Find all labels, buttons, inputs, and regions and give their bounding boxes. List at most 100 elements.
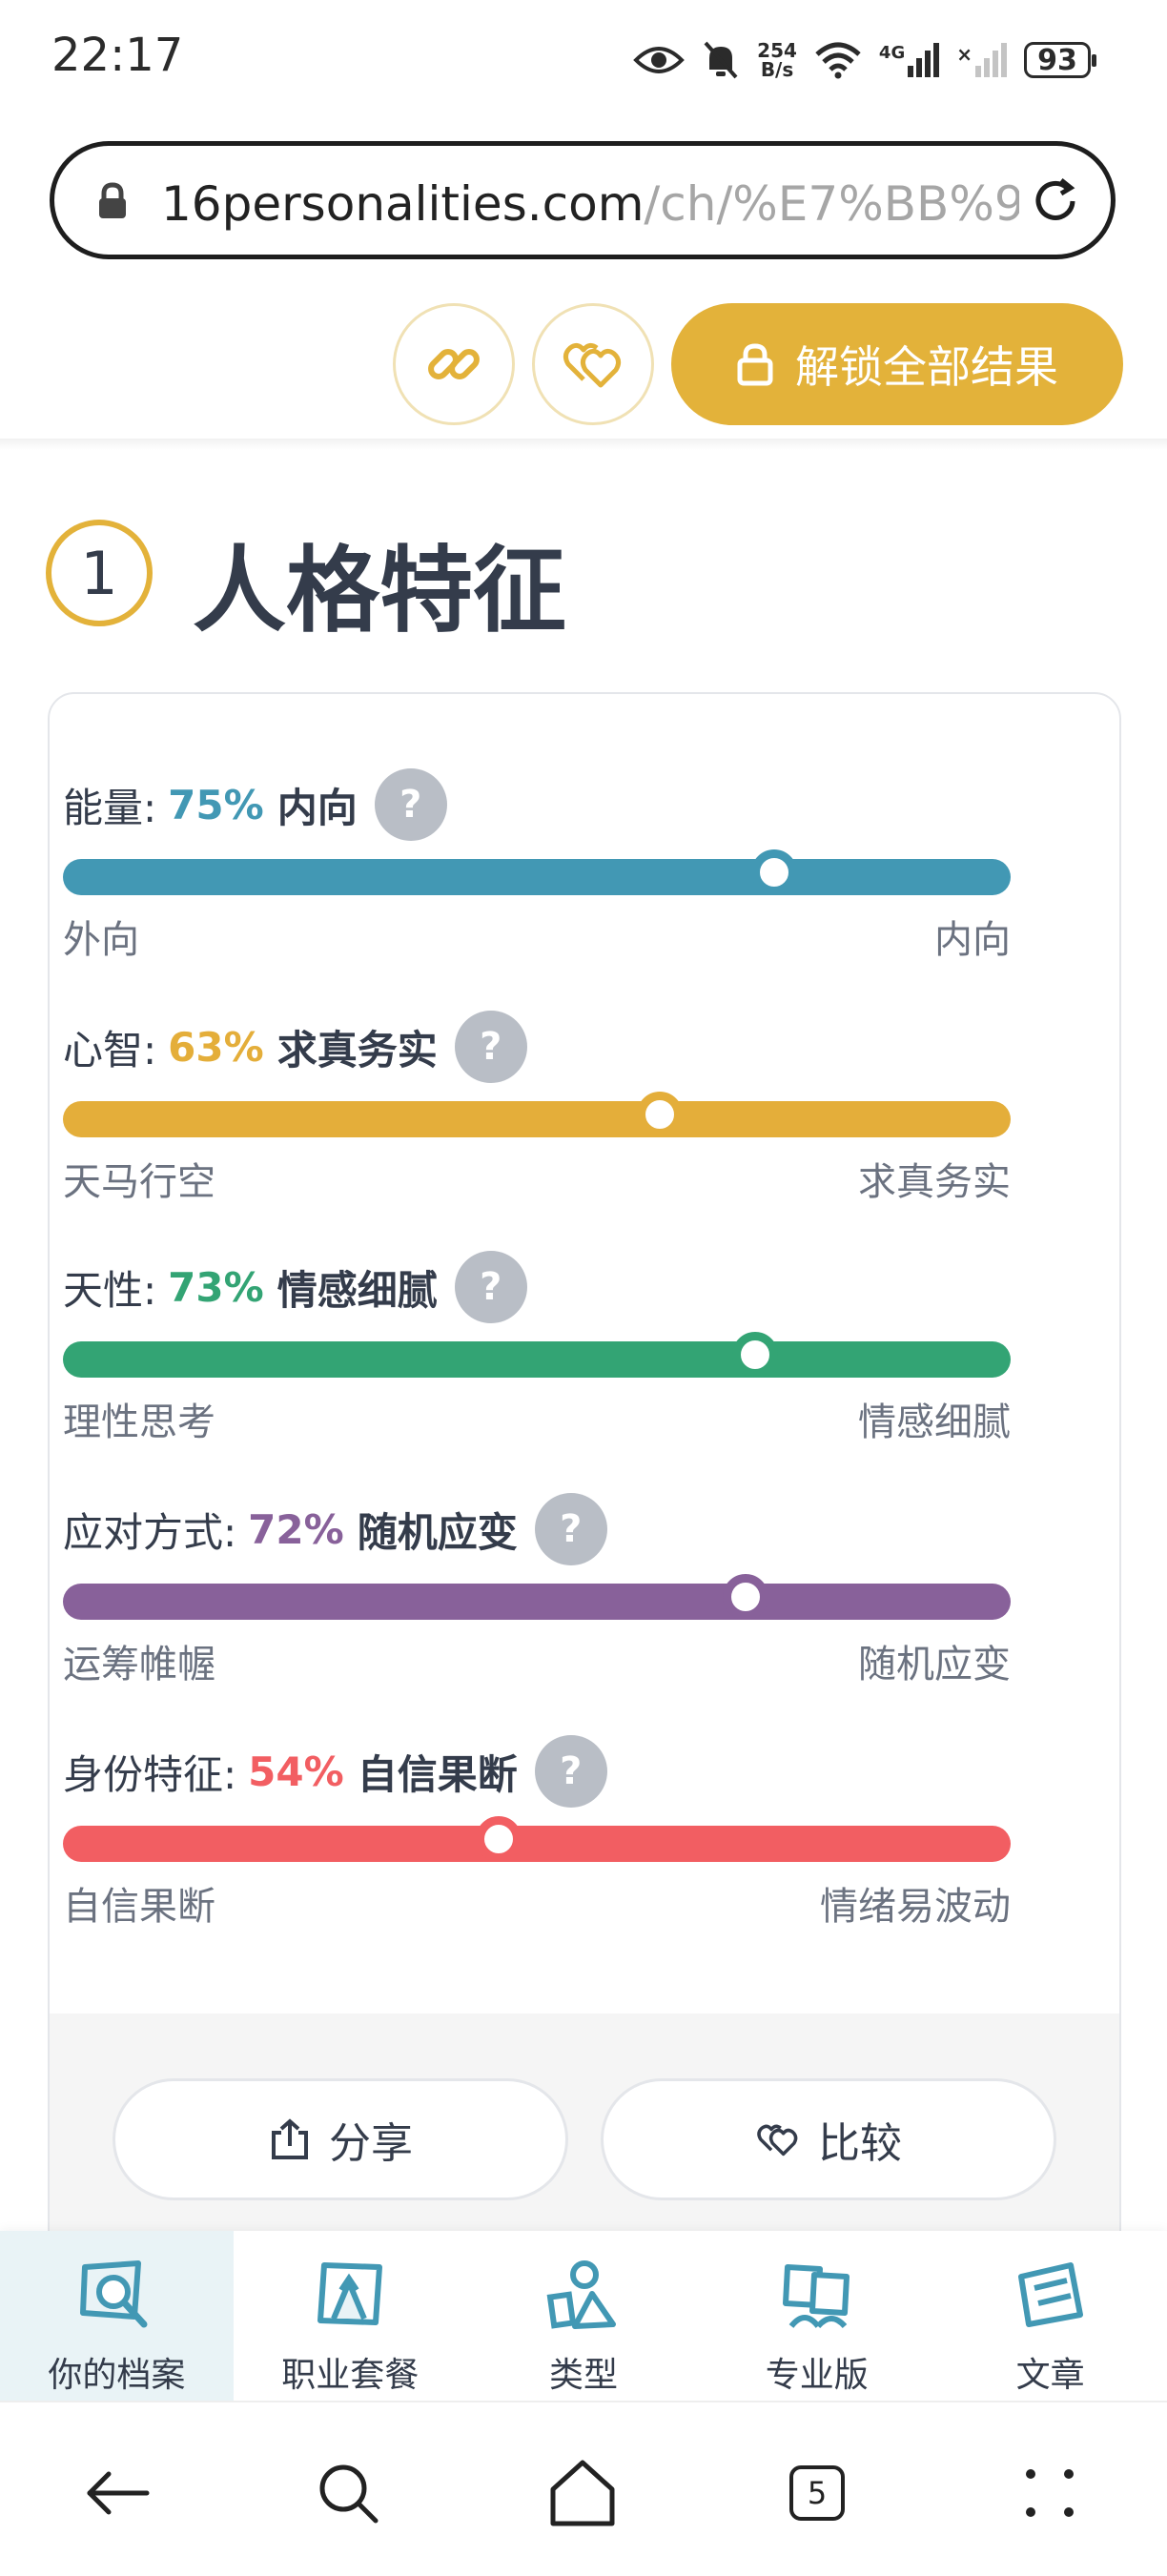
trait-right-pole: 求真务实 bbox=[858, 1160, 1011, 1204]
trait-name: 心智: bbox=[63, 1026, 157, 1073]
trait-name: 身份特征: bbox=[63, 1750, 237, 1798]
eye-icon bbox=[633, 47, 686, 73]
signal-4g-icon: 4G bbox=[879, 43, 940, 77]
trait-result: 求真务实 bbox=[276, 1026, 438, 1073]
more-menu-button[interactable] bbox=[1007, 2450, 1093, 2536]
trait-right-pole: 随机应变 bbox=[858, 1643, 1011, 1687]
trait-name: 天性: bbox=[63, 1266, 157, 1314]
trait-result: 情感细腻 bbox=[276, 1266, 438, 1314]
search-icon bbox=[319, 2464, 379, 2524]
trait-slider-track bbox=[63, 1816, 1011, 1862]
share-label: 分享 bbox=[329, 2119, 413, 2168]
url-host: 16personalities.com bbox=[161, 176, 645, 232]
nav-label-professional: 专业版 bbox=[765, 2356, 869, 2395]
trait-heading: 天性: 73% 情感细腻? bbox=[63, 1251, 527, 1323]
trait-percent: 54% bbox=[248, 1748, 344, 1795]
compare-hearts-icon bbox=[757, 2124, 798, 2157]
share-icon bbox=[272, 2118, 308, 2159]
trait-left-pole: 天马行空 bbox=[63, 1160, 215, 1204]
nav-label-articles: 文章 bbox=[1015, 2356, 1085, 2395]
wifi-icon bbox=[815, 42, 861, 79]
section-title: 人格特征 bbox=[193, 537, 567, 645]
career-icon bbox=[317, 2262, 383, 2325]
trait-right-pole: 情绪易波动 bbox=[820, 1885, 1011, 1929]
link-icon bbox=[428, 349, 480, 379]
help-icon[interactable]: ? bbox=[374, 768, 447, 841]
mute-bell-icon bbox=[704, 41, 738, 79]
hearts-icon bbox=[563, 342, 622, 388]
header-divider bbox=[0, 439, 1167, 450]
trait-name: 能量: bbox=[63, 784, 157, 831]
url-path: /ch/%E7%BB%9 bbox=[644, 176, 1019, 232]
compare-label: 比较 bbox=[818, 2119, 902, 2168]
trait-slider-knob bbox=[722, 1574, 768, 1620]
types-icon bbox=[546, 2260, 616, 2329]
help-icon[interactable]: ? bbox=[534, 1735, 607, 1808]
trait-percent: 63% bbox=[168, 1023, 264, 1071]
compare-hearts-button[interactable] bbox=[532, 303, 654, 425]
nav-item-professional[interactable]: 专业版 bbox=[700, 2231, 933, 2401]
nav-item-articles[interactable]: 文章 bbox=[933, 2231, 1167, 2401]
signal-weak-icon: × bbox=[956, 43, 1007, 77]
trait-heading: 能量: 75% 内向? bbox=[63, 768, 447, 841]
nav-label-career: 职业套餐 bbox=[281, 2356, 420, 2395]
compare-button[interactable]: 比较 bbox=[601, 2078, 1056, 2200]
home-icon bbox=[550, 2460, 615, 2526]
nav-item-types[interactable]: 类型 bbox=[467, 2231, 701, 2401]
bottom-nav: 你的档案 职业套餐 类型 专业版 文章 bbox=[0, 2231, 1167, 2401]
back-button[interactable] bbox=[74, 2450, 160, 2536]
trait-left-pole: 运筹帷幄 bbox=[63, 1643, 215, 1687]
trait-slider-knob bbox=[750, 849, 797, 895]
trait-right-pole: 情感细腻 bbox=[858, 1400, 1011, 1444]
network-speed: 254 B/s bbox=[757, 39, 797, 81]
status-bar: 22:17 254 B/s 4G × 93 bbox=[0, 0, 1167, 124]
trait-slider-knob bbox=[637, 1092, 684, 1137]
reload-icon[interactable] bbox=[1029, 174, 1082, 228]
trait-result: 自信果断 bbox=[357, 1750, 518, 1798]
url-text[interactable]: 16personalities.com/ch/%E7%BB%9 bbox=[161, 176, 1019, 232]
trait-result: 随机应变 bbox=[357, 1508, 518, 1556]
help-icon[interactable]: ? bbox=[534, 1493, 607, 1565]
trait-percent: 73% bbox=[168, 1263, 264, 1311]
address-bar[interactable]: 16personalities.com/ch/%E7%BB%9 bbox=[50, 141, 1116, 259]
trait-result: 内向 bbox=[276, 784, 358, 831]
search-button[interactable] bbox=[305, 2450, 391, 2536]
status-time: 22:17 bbox=[51, 29, 184, 82]
trait-name: 应对方式: bbox=[63, 1508, 237, 1556]
help-icon[interactable]: ? bbox=[454, 1011, 527, 1083]
share-button[interactable]: 分享 bbox=[113, 2078, 568, 2200]
trait-left-pole: 自信果断 bbox=[63, 1885, 215, 1929]
section-number-badge: 1 bbox=[46, 520, 153, 626]
back-arrow-icon bbox=[87, 2471, 150, 2515]
trait-heading: 心智: 63% 求真务实? bbox=[63, 1011, 527, 1083]
trait-heading: 应对方式: 72% 随机应变? bbox=[63, 1493, 607, 1565]
trait-percent: 75% bbox=[168, 781, 264, 828]
trait-slider-track bbox=[63, 1574, 1011, 1620]
padlock-icon bbox=[737, 343, 773, 386]
trait-slider-track bbox=[63, 1092, 1011, 1137]
nav-item-profile[interactable]: 你的档案 bbox=[0, 2231, 234, 2401]
profile-icon bbox=[80, 2260, 148, 2328]
trait-heading: 身份特征: 54% 自信果断? bbox=[63, 1735, 607, 1808]
more-dots-icon bbox=[1026, 2469, 1074, 2517]
trait-slider-track bbox=[63, 849, 1011, 895]
trait-slider-knob bbox=[476, 1816, 522, 1862]
trait-percent: 72% bbox=[248, 1505, 344, 1553]
battery-icon: 93 bbox=[1024, 42, 1096, 78]
tabs-button[interactable]: 5 bbox=[774, 2450, 860, 2536]
nav-label-types: 类型 bbox=[548, 2356, 618, 2395]
trait-slider-knob bbox=[731, 1332, 778, 1378]
trait-left-pole: 外向 bbox=[63, 918, 139, 962]
nav-label-profile: 你的档案 bbox=[48, 2356, 186, 2395]
unlock-label: 解锁全部结果 bbox=[795, 341, 1058, 393]
unlock-all-results-button[interactable]: 解锁全部结果 bbox=[671, 303, 1123, 425]
professional-icon bbox=[782, 2264, 850, 2329]
help-icon[interactable]: ? bbox=[454, 1251, 527, 1323]
trait-slider-track bbox=[63, 1332, 1011, 1378]
home-button[interactable] bbox=[540, 2450, 625, 2536]
system-nav: 5 bbox=[0, 2401, 1167, 2576]
copy-link-button[interactable] bbox=[393, 303, 515, 425]
status-icons: 254 B/s 4G × 93 bbox=[633, 34, 1096, 86]
nav-item-career[interactable]: 职业套餐 bbox=[234, 2231, 467, 2401]
lock-icon bbox=[99, 182, 126, 218]
